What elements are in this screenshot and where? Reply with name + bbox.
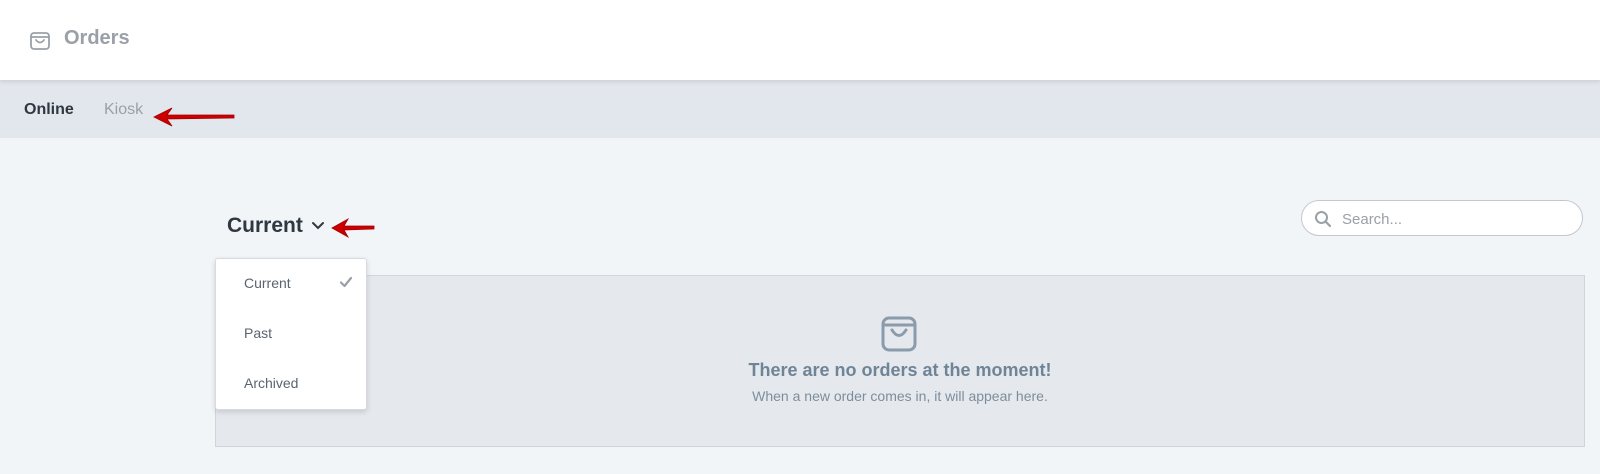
dropdown-item-current[interactable]: Current [216, 263, 366, 303]
tab-online[interactable]: Online [24, 101, 74, 119]
shopping-bag-icon [881, 316, 917, 352]
filter-selected-label: Current [227, 214, 303, 237]
page-title: Orders [64, 27, 130, 49]
status-dropdown-menu: Current Past Archived [215, 258, 367, 410]
annotation-arrow-kiosk [153, 107, 235, 127]
dropdown-item-label: Current [244, 275, 291, 291]
search-box[interactable] [1301, 200, 1583, 236]
checkmark-icon [340, 276, 352, 288]
dropdown-item-label: Archived [244, 375, 299, 391]
tab-bar: Online Kiosk [0, 80, 1600, 138]
search-icon [1315, 211, 1332, 228]
annotation-arrow-filter [331, 217, 375, 239]
tab-kiosk[interactable]: Kiosk [104, 101, 143, 119]
empty-state-panel: There are no orders at the moment! When … [215, 275, 1585, 447]
dropdown-item-past[interactable]: Past [216, 313, 366, 353]
empty-state-title: There are no orders at the moment! [748, 360, 1052, 380]
dropdown-item-label: Past [244, 325, 273, 341]
header: Orders [0, 0, 1600, 80]
dropdown-item-archived[interactable]: Archived [216, 363, 366, 403]
shopping-bag-icon [30, 32, 50, 50]
empty-state-subtitle: When a new order comes in, it will appea… [752, 388, 1048, 404]
order-status-filter[interactable]: Current [227, 214, 325, 238]
chevron-down-icon [311, 222, 324, 230]
search-input[interactable] [1340, 207, 1574, 231]
